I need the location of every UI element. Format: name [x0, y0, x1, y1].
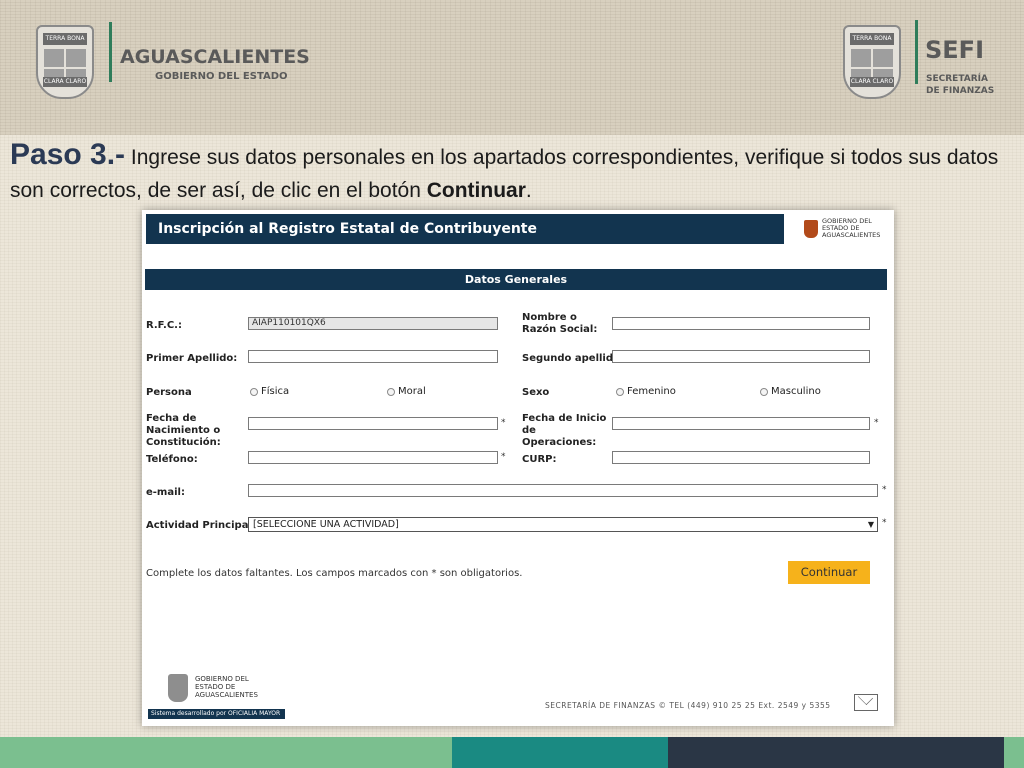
telefono-input[interactable] — [248, 451, 498, 464]
required-mark: * — [882, 518, 887, 528]
telefono-label: Teléfono: — [146, 454, 198, 465]
radio-moral[interactable]: Moral — [387, 386, 426, 397]
rfc-input[interactable]: AIAP110101QX6 — [248, 317, 498, 330]
state-name: AGUASCALIENTES — [120, 46, 310, 68]
sefi-line-secretaria: SECRETARÍA — [926, 74, 988, 84]
nombre-input[interactable] — [612, 317, 870, 330]
actividad-value: [SELECCIONE UNA ACTIVIDAD] — [253, 519, 399, 530]
form-header-title: Inscripción al Registro Estatal de Contr… — [146, 214, 784, 244]
curp-input[interactable] — [612, 451, 870, 464]
footer-contact: SECRETARÍA DE FINANZAS © TEL (449) 910 2… — [545, 701, 831, 710]
seal-motto-bottom: CLARA CLARO — [43, 77, 87, 87]
sefi-line-finanzas: DE FINANZAS — [926, 86, 995, 96]
state-seal-icon: TERRA BONA CLARA CLARO — [36, 25, 94, 99]
radio-femenino[interactable]: Femenino — [616, 386, 676, 397]
primer-apellido-label: Primer Apellido: — [146, 353, 238, 364]
sefi-divider — [915, 20, 918, 84]
stripe-teal — [452, 737, 668, 768]
sefi-name: SEFI — [925, 36, 985, 64]
continuar-button[interactable]: Continuar — [788, 561, 870, 584]
curp-label: CURP: — [522, 454, 557, 465]
logo-divider — [109, 22, 112, 82]
persona-label: Persona — [146, 387, 192, 398]
seal-motto-top: TERRA BONA — [43, 33, 87, 45]
seal-motto-top-right: TERRA BONA — [850, 33, 894, 45]
dropdown-arrow-icon: ▼ — [867, 520, 874, 529]
required-note: Complete los datos faltantes. Los campos… — [146, 568, 523, 579]
footer-gov-name: GOBIERNO DEL ESTADO DE AGUASCALIENTES — [195, 675, 258, 699]
required-mark: * — [882, 485, 887, 495]
radio-moral-icon — [387, 387, 395, 396]
registration-form-screenshot: Inscripción al Registro Estatal de Contr… — [142, 210, 894, 726]
nombre-label: Nombre o Razón Social: — [522, 312, 598, 335]
step-instruction: Paso 3.- Ingrese sus datos personales en… — [10, 138, 1010, 207]
actividad-select[interactable]: [SELECCIONE UNA ACTIVIDAD] ▼ — [248, 517, 878, 532]
instruction-end: . — [525, 179, 532, 202]
mail-icon[interactable] — [854, 694, 878, 711]
mini-gov-line3: AGUASCALIENTES — [822, 231, 881, 239]
fecha-nacimiento-label: Fecha de Nacimiento o Constitución: — [146, 413, 221, 448]
stripe-dark — [668, 737, 1004, 768]
actividad-label: Actividad Principal: — [146, 520, 256, 531]
sefi-seal-icon: TERRA BONA CLARA CLARO — [843, 25, 901, 99]
required-mark: * — [501, 452, 506, 462]
seal-motto-bottom-right: CLARA CLARO — [850, 77, 894, 87]
fecha-inicio-input[interactable] — [612, 417, 870, 430]
radio-fisica[interactable]: Física — [250, 386, 289, 397]
footer-credit: Sistema desarrollado por OFICIALIA MAYOR — [148, 709, 285, 719]
primer-apellido-input[interactable] — [248, 350, 498, 363]
state-government: GOBIERNO DEL ESTADO — [155, 71, 288, 82]
radio-masculino[interactable]: Masculino — [760, 386, 821, 397]
stripe-green — [0, 737, 452, 768]
section-title: Datos Generales — [145, 269, 887, 290]
email-label: e-mail: — [146, 487, 185, 498]
radio-fisica-icon — [250, 387, 258, 396]
required-mark: * — [501, 418, 506, 428]
required-mark: * — [874, 418, 879, 428]
fecha-nacimiento-input[interactable] — [248, 417, 498, 430]
segundo-apellido-input[interactable] — [612, 350, 870, 363]
mini-seal-icon — [804, 219, 818, 238]
email-input[interactable] — [248, 484, 878, 497]
instruction-bold: Continuar — [426, 179, 526, 202]
step-number: Paso 3.- — [10, 138, 126, 171]
radio-masculino-icon — [760, 387, 768, 396]
sexo-label: Sexo — [522, 387, 550, 398]
fecha-inicio-label: Fecha de Inicio de Operaciones: — [522, 413, 607, 448]
stripe-end — [1004, 737, 1024, 768]
form-header-logo: GOBIERNO DEL ESTADO DE AGUASCALIENTES — [804, 218, 880, 239]
segundo-apellido-label: Segundo apellido: — [522, 353, 624, 364]
radio-femenino-icon — [616, 387, 624, 396]
rfc-label: R.F.C.: — [146, 320, 182, 331]
footer-seal-icon — [168, 674, 188, 702]
